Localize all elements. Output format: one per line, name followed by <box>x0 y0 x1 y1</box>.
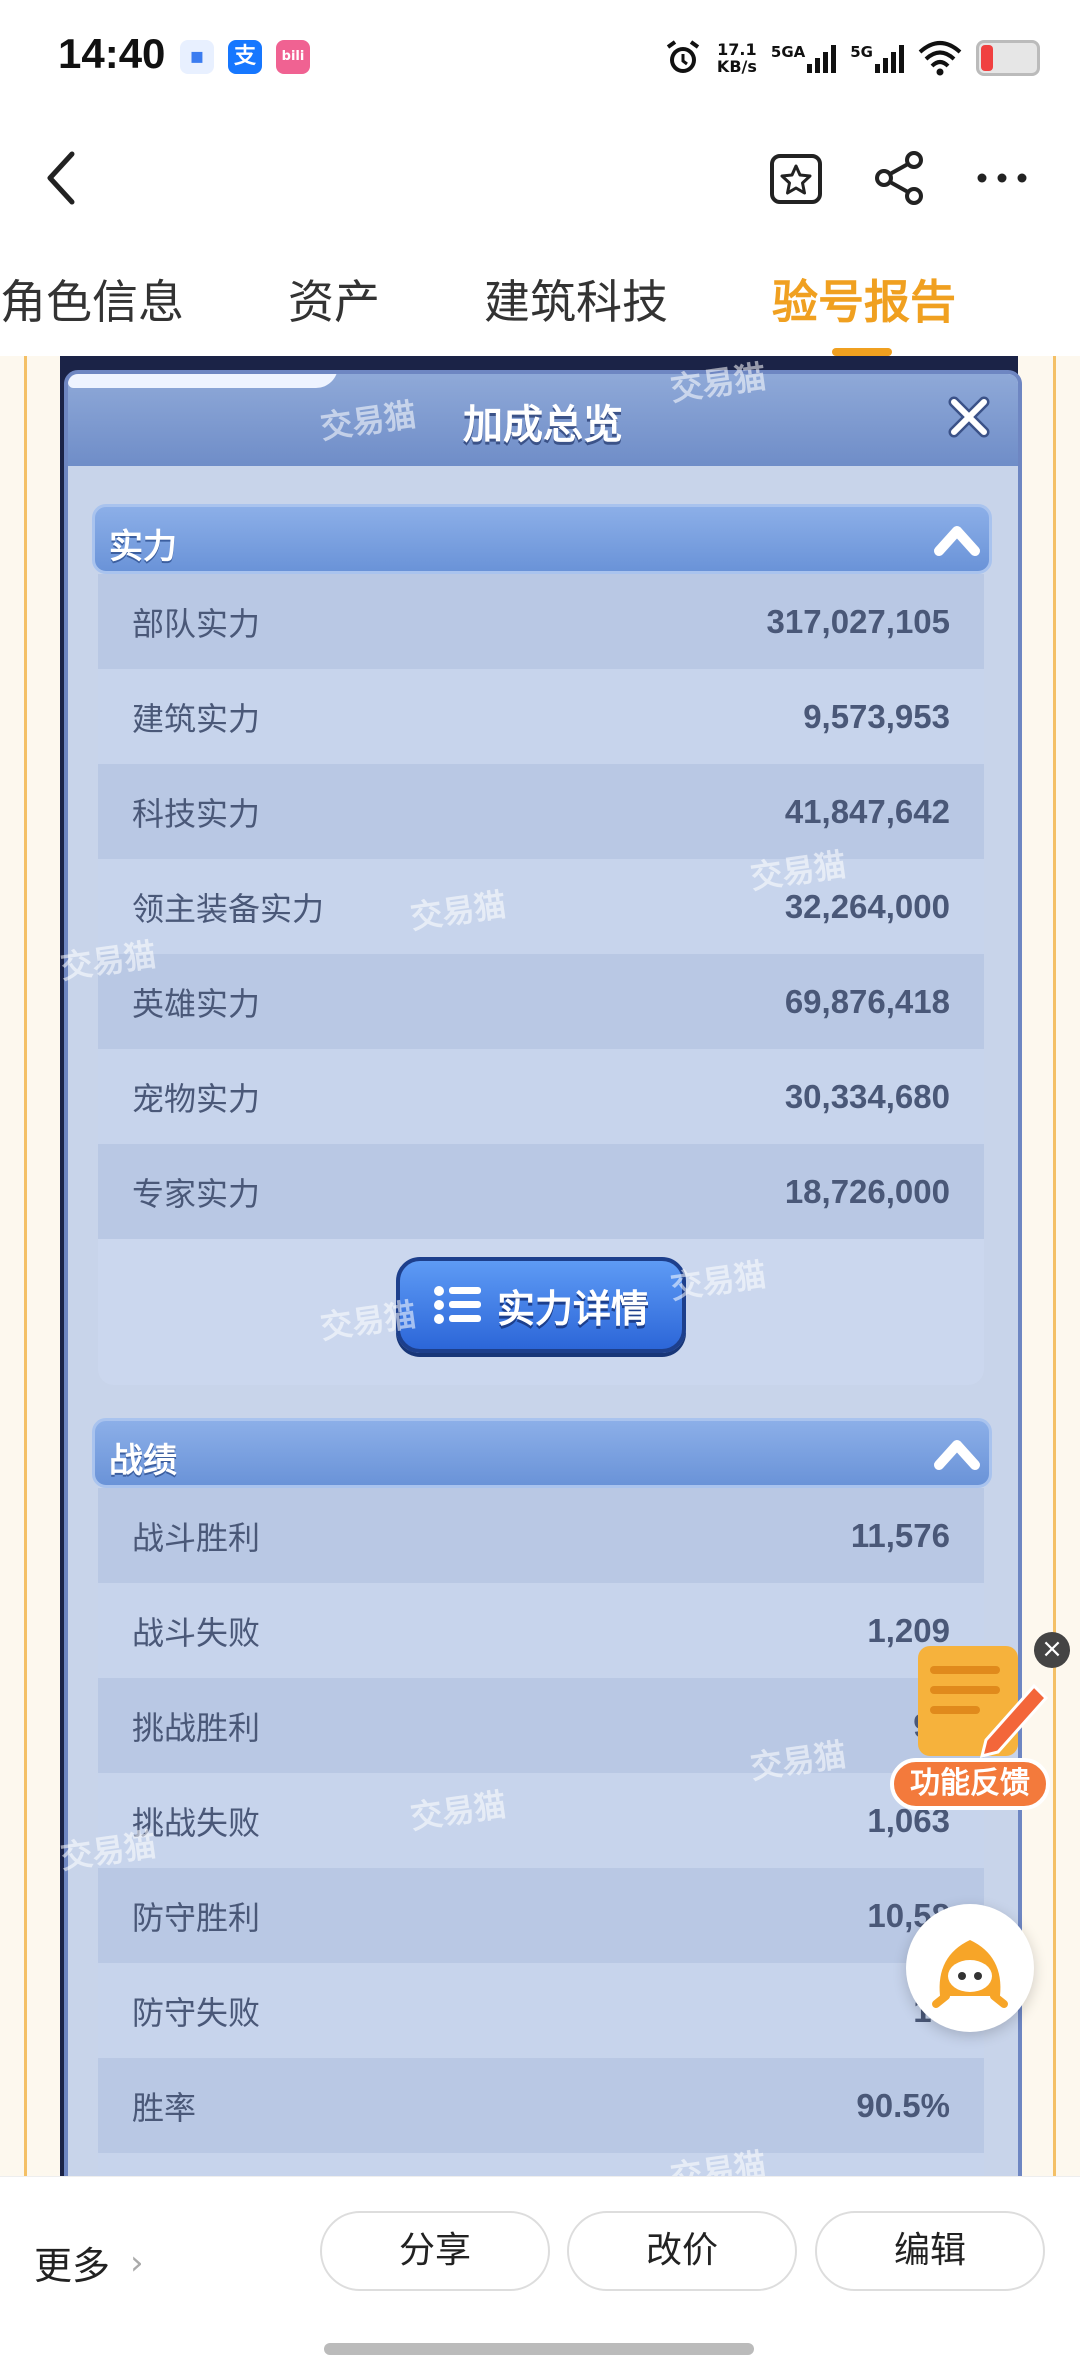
edit-button[interactable]: 编辑 <box>815 2211 1045 2291</box>
chevron-up-icon[interactable] <box>931 517 983 563</box>
tab-bar: 角色信息 资产 建筑科技 验号报告 <box>0 240 1080 357</box>
row-value: 30,334,680 <box>784 1077 950 1115</box>
bottom-action-bar: 更多 › 分享 改价 编辑 <box>0 2176 1080 2377</box>
detail-button-area: 实力详情 <box>98 1239 984 1385</box>
row-label: 胜率 <box>132 2088 197 2127</box>
row-label: 部队实力 <box>132 604 261 643</box>
chevron-up-icon[interactable] <box>931 1431 983 1477</box>
close-icon[interactable] <box>942 390 996 444</box>
list-item: 科技实力 41,847,642 <box>98 764 984 859</box>
tab-inspection-report[interactable]: 验号报告 <box>772 266 956 332</box>
alarm-icon <box>666 40 700 73</box>
row-label: 挑战胜利 <box>132 1708 261 1747</box>
reprice-button[interactable]: 改价 <box>567 2211 797 2291</box>
feedback-label: 功能反馈 <box>890 1758 1050 1810</box>
row-label: 防守胜利 <box>132 1898 261 1937</box>
back-arrow-icon[interactable] <box>40 146 80 210</box>
row-label: 挑战失败 <box>132 1803 261 1842</box>
row-label: 防守失败 <box>132 1993 261 2032</box>
row-label: 领主装备实力 <box>132 889 325 928</box>
tab-role-info[interactable]: 角色信息 <box>0 266 184 332</box>
list-item: 领主装备实力 32,264,000 <box>98 859 984 954</box>
app-notification-icon: ▪ <box>180 40 214 74</box>
game-screenshot: 加成总览 实力 部队实力 317,027,105 建筑实力 9,573,953 <box>58 356 1022 2176</box>
row-label: 专家实力 <box>132 1174 261 1213</box>
share-icon[interactable] <box>868 146 932 210</box>
record-section-title: 战绩 <box>109 1441 177 1481</box>
strength-list: 部队实力 317,027,105 建筑实力 9,573,953 科技实力 41,847… <box>98 574 984 1239</box>
alipay-icon: 支 <box>228 40 262 74</box>
list-icon <box>433 1286 481 1324</box>
row-value: 18,726,000 <box>784 1172 950 1210</box>
share-button[interactable]: 分享 <box>320 2211 550 2291</box>
wifi-icon <box>918 41 962 76</box>
panel-header: 加成总览 <box>68 374 1018 466</box>
list-item: 挑战胜利99 <box>98 1678 984 1773</box>
row-value: 69,876,418 <box>784 982 950 1020</box>
list-item: 战斗胜利 11,576 <box>98 1488 984 1583</box>
feedback-notepad-icon <box>918 1646 1049 1759</box>
detail-button-label: 实力详情 <box>496 1286 649 1331</box>
row-value: 9,573,953 <box>803 697 950 735</box>
row-label: 英雄实力 <box>132 984 261 1023</box>
favorite-star-icon[interactable] <box>764 146 828 210</box>
row-label: 战斗失败 <box>132 1613 261 1652</box>
signal-5ga-icon: 5GA <box>771 43 837 73</box>
status-bar: 14:40 ▪ 支 bili 17.1 KB/s 5GA 5G <box>0 0 1080 116</box>
list-item <box>98 2153 984 2176</box>
feedback-widget[interactable]: 功能反馈 <box>890 1640 1052 1820</box>
active-tab-indicator <box>832 348 892 356</box>
panel-title: 加成总览 <box>463 402 623 448</box>
record-section-header[interactable]: 战绩 <box>92 1418 992 1488</box>
list-item: 建筑实力 9,573,953 <box>98 669 984 764</box>
feedback-close-icon[interactable]: × <box>1034 1632 1070 1668</box>
more-options-icon[interactable] <box>970 146 1034 210</box>
row-value: 90.5% <box>856 2086 950 2124</box>
row-value: 11,576 <box>850 1516 950 1554</box>
strength-section-title: 实力 <box>109 527 177 567</box>
mascot-icon <box>932 1940 1008 2008</box>
record-list: 战斗胜利 11,576 战斗失败1,209 挑战胜利99 挑战失败1,063 防守… <box>98 1488 984 2176</box>
tab-assets[interactable]: 资产 <box>288 266 380 332</box>
list-item: 宠物实力 30,334,680 <box>98 1049 984 1144</box>
row-label: 科技实力 <box>132 794 261 833</box>
strength-detail-button[interactable]: 实力详情 <box>396 1257 686 1353</box>
row-label: 战斗胜利 <box>132 1518 261 1557</box>
home-indicator[interactable] <box>324 2343 754 2355</box>
bonus-overview-panel: 加成总览 实力 部队实力 317,027,105 建筑实力 9,573,953 <box>64 370 1022 2176</box>
top-navigation <box>0 116 1080 240</box>
row-value: 41,847,642 <box>784 792 950 830</box>
tab-building-tech[interactable]: 建筑科技 <box>484 266 668 332</box>
list-item: 部队实力 317,027,105 <box>98 574 984 669</box>
list-item: 英雄实力 69,876,418 <box>98 954 984 1049</box>
row-label: 建筑实力 <box>132 699 261 738</box>
battery-icon <box>976 40 1040 76</box>
chevron-right-icon: › <box>130 2242 144 2283</box>
report-content[interactable]: 加成总览 实力 部队实力 317,027,105 建筑实力 9,573,953 <box>0 356 1080 2176</box>
strength-section-header[interactable]: 实力 <box>92 504 992 574</box>
list-item: 防守胜利 10,58 <box>98 1868 984 1963</box>
status-time: 14:40 <box>58 30 166 77</box>
more-label: 更多 <box>34 2244 111 2288</box>
list-item: 胜率 90.5% <box>98 2058 984 2153</box>
customer-service-button[interactable] <box>906 1904 1034 2032</box>
row-value: 32,264,000 <box>784 887 950 925</box>
list-item: 挑战失败 1,063 <box>98 1773 984 1868</box>
row-value: 317,027,105 <box>766 602 950 640</box>
bilibili-icon: bili <box>276 40 310 74</box>
row-label: 宠物实力 <box>132 1079 261 1118</box>
list-item: 战斗失败 1,209 <box>98 1583 984 1678</box>
more-button[interactable]: 更多 › <box>34 2235 144 2290</box>
list-item: 专家实力 18,726,000 <box>98 1144 984 1239</box>
signal-5g-icon: 5G <box>850 43 904 73</box>
network-speed: 17.1 KB/s <box>716 40 757 76</box>
list-item: 防守失败14 <box>98 1963 984 2058</box>
